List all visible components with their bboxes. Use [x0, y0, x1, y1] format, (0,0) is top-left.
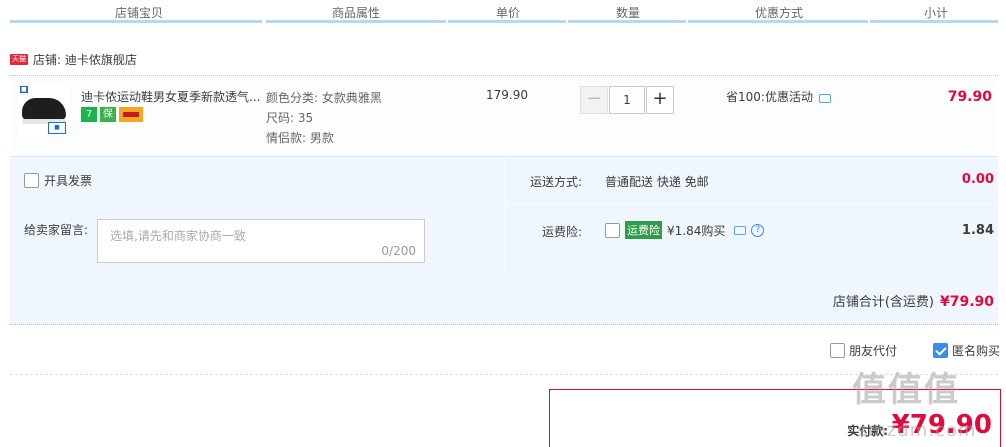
column-header: 店铺宝贝 商品属性 单价 数量 优惠方式 小计 [0, 0, 1006, 24]
attr-couple: 情侣款: 男款 [266, 131, 334, 145]
brand-tag-icon: ■ [20, 86, 28, 93]
product-thumbnail[interactable]: ■ ■ [18, 84, 70, 136]
insurance-tag: 运费险 [625, 221, 662, 239]
column-discount: 优惠方式 [755, 6, 804, 20]
attr-size: 尺码: 35 [266, 111, 314, 125]
insurance-label: 运费险: [542, 225, 583, 239]
shop-name[interactable]: 店铺: 迪卡侬旗舰店 [33, 51, 137, 68]
item-subtotal: 79.90 [947, 89, 992, 105]
product-title[interactable]: 迪卡侬运动鞋男女夏季新款透气... [81, 88, 260, 105]
product-attributes: 颜色分类: 女款典雅黑 尺码: 35 情侣款: 男款 [266, 88, 382, 148]
message-counter: 0/200 [381, 244, 416, 258]
message-label: 给卖家留言: [24, 223, 89, 237]
shipping-cost: 0.00 [961, 172, 994, 187]
divider [505, 204, 998, 205]
shop-total: 店铺合计(含运费) ¥79.90 [833, 291, 994, 310]
anonymous-label[interactable]: 匿名购买 [952, 342, 1000, 359]
payment-options: 朋友代付 匿名购买 [829, 342, 1000, 359]
shipping-method: 普通配送 快递 免邮 [605, 175, 709, 189]
column-quantity: 数量 [616, 6, 641, 20]
column-unit-price: 单价 [496, 6, 521, 20]
header-bar [688, 20, 868, 23]
attr-color: 颜色分类: 女款典雅黑 [266, 91, 382, 105]
shop-row: 天猫 店铺: 迪卡侬旗舰店 [10, 50, 137, 68]
cart-item-row: ■ ■ 迪卡侬运动鞋男女夏季新款透气... 7 保 颜色分类: 女款典雅黑 尺码… [10, 75, 998, 157]
watermark-site: smzdm.com [858, 420, 977, 441]
tmall-icon: 天猫 [10, 53, 28, 65]
guarantee-icon[interactable]: 保 [100, 107, 116, 122]
quantity-input[interactable]: 1 [609, 86, 645, 114]
credit-card-icon[interactable] [119, 107, 143, 122]
insurance-checkbox[interactable] [605, 222, 620, 238]
header-bar [870, 20, 998, 23]
insurance-price: ¥1.84购买 [667, 223, 726, 238]
divider [505, 157, 506, 275]
seven-day-return-icon[interactable]: 7 [81, 107, 97, 122]
shipping-label: 运送方式: [530, 175, 583, 189]
help-icon[interactable]: ? [751, 223, 765, 237]
insurance-option: 运费险 ¥1.84购买 ? [605, 221, 765, 239]
friend-pay-checkbox[interactable] [829, 343, 845, 358]
header-bar [10, 20, 262, 23]
shop-total-band: 店铺合计(含运费) ¥79.90 [10, 275, 998, 325]
divider [10, 374, 998, 375]
service-badges: 7 保 [81, 107, 143, 122]
shop-total-value: ¥79.90 [939, 294, 994, 310]
header-bar [568, 20, 686, 23]
shop-total-label: 店铺合计(含运费) [832, 295, 934, 310]
comment-icon[interactable] [818, 94, 831, 103]
column-attributes: 商品属性 [332, 6, 381, 20]
column-subtotal: 小计 [924, 6, 949, 20]
friend-pay-label[interactable]: 朋友代付 [849, 342, 897, 359]
promotion: 省100:优惠活动 [726, 88, 831, 105]
invoice-checkbox[interactable] [24, 173, 39, 188]
header-bar [266, 20, 446, 23]
column-shop-item: 店铺宝贝 [115, 6, 164, 20]
decrease-button[interactable]: − [580, 86, 608, 114]
unit-price: 179.90 [486, 88, 528, 102]
promotion-text: 省100:优惠活动 [726, 90, 813, 104]
seller-message-input[interactable]: 选填,请先和商家协商一致 0/200 [97, 219, 425, 263]
invoice-option[interactable]: 开具发票 [24, 172, 92, 189]
promo-tag-icon: ■ [48, 122, 66, 134]
invoice-label: 开具发票 [44, 174, 93, 188]
insurance-cost: 1.84 [961, 223, 994, 238]
watermark-logo: 值值值 [852, 370, 960, 410]
comment-icon[interactable] [734, 225, 747, 235]
header-bar [448, 20, 566, 23]
sneaker-image [22, 98, 66, 124]
increase-button[interactable]: + [646, 86, 674, 114]
quantity-stepper: − 1 + [580, 86, 674, 114]
anonymous-checkbox[interactable] [932, 343, 948, 358]
message-placeholder: 选填,请先和商家协商一致 [110, 229, 246, 243]
order-options-panel: 开具发票 给卖家留言: 选填,请先和商家协商一致 0/200 运送方式: 普通配… [10, 157, 998, 275]
